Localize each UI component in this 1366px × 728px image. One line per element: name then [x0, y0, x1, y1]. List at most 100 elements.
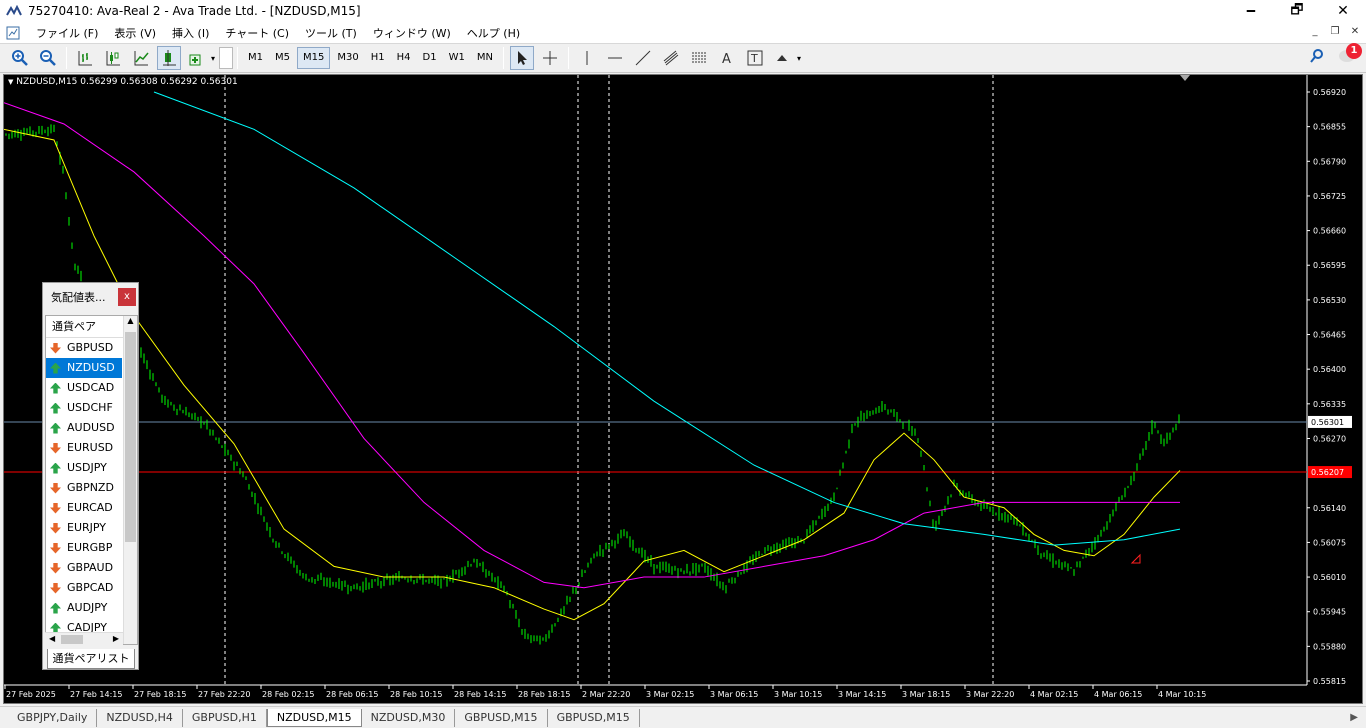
symbols-tab[interactable]: 通貨ペアリスト — [47, 649, 135, 669]
time-tick-label: 27 Feb 2025 — [6, 690, 56, 699]
scroll-thumb[interactable] — [125, 332, 136, 542]
chart-tab-active[interactable]: NZDUSD,M15 — [266, 708, 362, 727]
menu-file[interactable]: ファイル (F) — [28, 25, 106, 41]
symbol-name: GBPUSD — [67, 341, 114, 354]
chart-tab[interactable]: NZDUSD,H4 — [97, 708, 183, 727]
text-button[interactable]: A — [715, 46, 739, 70]
mdi-minimize-button[interactable]: _ — [1308, 25, 1322, 39]
menu-help[interactable]: ヘルプ (H) — [459, 25, 528, 41]
tabs-scroll-right-icon[interactable]: ▶ — [1350, 712, 1358, 723]
price-tick-label: 0.55815 — [1313, 677, 1346, 686]
menu-view[interactable]: 表示 (V) — [106, 25, 164, 41]
symbol-row[interactable]: AUDJPY — [46, 598, 122, 618]
menu-insert[interactable]: 挿入 (I) — [164, 25, 217, 41]
horizontal-line-button[interactable] — [603, 46, 627, 70]
symbol-row[interactable]: GBPCAD — [46, 578, 122, 598]
symbol-row[interactable]: GBPAUD — [46, 558, 122, 578]
price-chart[interactable]: 0.56920 0.56855 0.56790 0.56725 0.56660 0.565… — [3, 74, 1363, 704]
symbol-row[interactable]: EURGBP — [46, 538, 122, 558]
timeframe-d1[interactable]: D1 — [418, 47, 442, 69]
symbol-row[interactable]: EURCAD — [46, 498, 122, 518]
maximize-button[interactable]: 🗗 — [1274, 0, 1320, 22]
menu-charts[interactable]: チャート (C) — [217, 25, 297, 41]
candlestick-button[interactable] — [101, 46, 125, 70]
price-up-arrow-icon — [50, 382, 61, 394]
timeframe-h4[interactable]: H4 — [392, 47, 416, 69]
price-down-arrow-icon — [50, 542, 61, 554]
text-label-icon: T — [747, 50, 763, 66]
cursor-button[interactable] — [509, 46, 534, 70]
scroll-left-icon[interactable]: ◀ — [49, 634, 55, 643]
symbol-row[interactable]: EURUSD — [46, 438, 122, 458]
add-indicator-button[interactable] — [185, 46, 209, 70]
price-tick-label: 0.56270 — [1313, 434, 1346, 443]
symbol-row[interactable]: AUDUSD — [46, 418, 122, 438]
current-price-label: 0.56301 — [1311, 418, 1344, 427]
horizontal-scrollbar[interactable]: ◀ ▶ — [45, 632, 123, 646]
symbol-name: AUDJPY — [67, 601, 108, 614]
close-button[interactable]: ✕ — [1320, 0, 1366, 22]
chart-canvas[interactable]: 0.56920 0.56855 0.56790 0.56725 0.56660 0.565… — [4, 75, 1362, 703]
vertical-scrollbar[interactable]: ▲ — [123, 316, 137, 644]
chart-tab[interactable]: GBPUSD,M15 — [455, 708, 548, 727]
mdi-close-button[interactable]: ✕ — [1348, 25, 1362, 39]
notifications-button[interactable]: 1 — [1338, 43, 1362, 65]
price-tick-label: 0.56140 — [1313, 504, 1346, 513]
price-tick-label: 0.56855 — [1313, 123, 1346, 132]
timeframe-m5[interactable]: M5 — [270, 47, 295, 69]
scroll-up-icon[interactable]: ▲ — [124, 316, 137, 325]
chart-tab[interactable]: NZDUSD,M30 — [362, 708, 456, 727]
arrows-button[interactable] — [771, 46, 795, 70]
price-up-arrow-icon — [50, 602, 61, 614]
fibonacci-button[interactable] — [687, 46, 711, 70]
time-tick-label: 3 Mar 14:15 — [838, 690, 886, 699]
symbol-name: USDCHF — [67, 401, 113, 414]
timeframe-mn[interactable]: MN — [472, 47, 498, 69]
chart-tab[interactable]: GBPUSD,M15 — [548, 708, 640, 727]
timeframe-m30[interactable]: M30 — [332, 47, 363, 69]
symbol-row[interactable]: GBPNZD — [46, 478, 122, 498]
trendline-button[interactable] — [631, 46, 655, 70]
menu-tools[interactable]: ツール (T) — [297, 25, 365, 41]
dropdown-arrow-icon[interactable]: ▾ — [211, 54, 215, 63]
dropdown-arrow-icon[interactable]: ▾ — [797, 54, 801, 63]
price-up-arrow-icon — [50, 422, 61, 434]
mdi-restore-button[interactable]: ❐ — [1328, 25, 1342, 39]
timeframe-w1[interactable]: W1 — [444, 47, 470, 69]
price-tick-label: 0.56400 — [1313, 365, 1346, 374]
symbol-row[interactable]: USDCHF — [46, 398, 122, 418]
market-watch-close-button[interactable]: x — [118, 288, 136, 306]
timeframe-m15[interactable]: M15 — [297, 47, 331, 69]
minimize-button[interactable]: 🗕 — [1228, 0, 1274, 22]
toolbar-separator — [502, 47, 504, 69]
symbol-name: USDCAD — [67, 381, 115, 394]
bar-chart-button[interactable] — [73, 46, 97, 70]
search-icon[interactable] — [1310, 49, 1324, 63]
equidistant-channel-button[interactable] — [659, 46, 683, 70]
chart-tab[interactable]: GBPJPY,Daily — [8, 708, 98, 727]
crosshair-button[interactable] — [538, 46, 562, 70]
symbol-row[interactable]: GBPUSD — [46, 338, 122, 358]
menu-window[interactable]: ウィンドウ (W) — [365, 25, 459, 41]
price-tick-label: 0.56660 — [1313, 227, 1346, 236]
collapse-arrow-icon[interactable]: ▼ — [8, 78, 13, 86]
symbol-row[interactable]: USDCAD — [46, 378, 122, 398]
timeframe-h1[interactable]: H1 — [366, 47, 390, 69]
chart-tab[interactable]: GBPUSD,H1 — [183, 708, 267, 727]
zoom-in-button[interactable] — [8, 46, 32, 70]
symbol-row[interactable]: USDJPY — [46, 458, 122, 478]
autoscroll-button[interactable] — [157, 46, 181, 70]
symbol-name: EURJPY — [67, 521, 106, 534]
price-tick-label: 0.56595 — [1313, 261, 1346, 270]
vertical-line-button[interactable] — [575, 46, 599, 70]
symbol-row[interactable]: NZDUSD — [46, 358, 122, 378]
hscroll-thumb[interactable] — [61, 635, 83, 644]
zoom-out-button[interactable] — [36, 46, 60, 70]
timeframe-m1[interactable]: M1 — [243, 47, 268, 69]
price-tick-label: 0.56335 — [1313, 400, 1346, 409]
scroll-right-icon[interactable]: ▶ — [113, 634, 119, 643]
symbol-row[interactable]: EURJPY — [46, 518, 122, 538]
line-chart-button[interactable] — [129, 46, 153, 70]
text-label-button[interactable]: T — [743, 46, 767, 70]
price-down-arrow-icon — [50, 482, 61, 494]
